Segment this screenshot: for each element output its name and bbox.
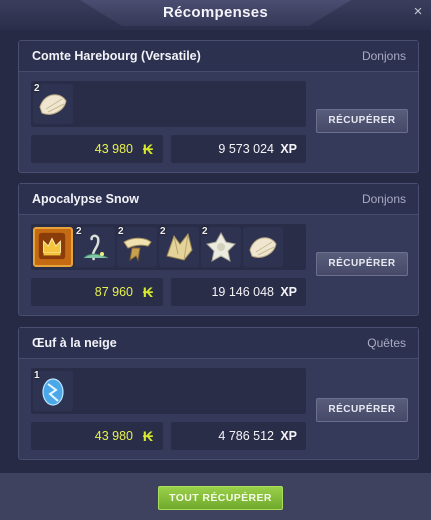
kamas-icon: ₭: [142, 141, 153, 157]
horn-icon: [123, 237, 152, 262]
reward-item[interactable]: 2: [117, 226, 157, 267]
xp-reward: 19 146 048 XP: [171, 278, 306, 306]
reward-items: 2: [31, 81, 306, 127]
xp-amount: 9 573 024: [218, 142, 274, 156]
reward-category: Donjons: [361, 49, 406, 63]
panel-header: Apocalypse Snow Donjons: [19, 184, 418, 215]
reward-items: 2 2 2 2: [31, 224, 306, 270]
item-quantity: 1: [34, 370, 40, 381]
crown-icon: [38, 232, 66, 260]
reward-item[interactable]: 2: [159, 226, 199, 267]
claim-button[interactable]: RÉCUPÉRER: [316, 252, 408, 276]
reward-items: 1: [31, 368, 306, 414]
claim-button[interactable]: RÉCUPÉRER: [316, 109, 408, 133]
reward-category: Quêtes: [367, 336, 406, 350]
kamas-icon: ₭: [142, 428, 153, 444]
claim-button[interactable]: RÉCUPÉRER: [316, 398, 408, 422]
plant-icon: [83, 234, 109, 261]
kamas-reward: 43 980 ₭: [31, 422, 163, 450]
xp-amount: 4 786 512: [218, 429, 274, 443]
item-quantity: 2: [34, 83, 40, 94]
kamas-reward: 43 980 ₭: [31, 135, 163, 163]
xp-label: XP: [280, 142, 297, 156]
shell-icon: [39, 94, 67, 115]
claim-all-button[interactable]: TOUT RÉCUPÉRER: [158, 486, 283, 510]
kamas-reward: 87 960 ₭: [31, 278, 163, 306]
close-icon[interactable]: ×: [409, 3, 427, 21]
xp-label: XP: [280, 429, 297, 443]
panel-header: Comte Harebourg (Versatile) Donjons: [19, 41, 418, 72]
reward-panel-oeuf-a-la-neige: Œuf à la neige Quêtes 1 43 980 ₭ 4 786 5…: [18, 327, 419, 460]
xp-label: XP: [280, 285, 297, 299]
kamas-icon: ₭: [142, 284, 153, 300]
reward-panel-apocalypse-snow: Apocalypse Snow Donjons 2 2 2 2 87 960 ₭…: [18, 183, 419, 316]
xp-reward: 4 786 512 XP: [171, 422, 306, 450]
reward-panel-comte-harebourg: Comte Harebourg (Versatile) Donjons 2 43…: [18, 40, 419, 173]
panel-header: Œuf à la neige Quêtes: [19, 328, 418, 359]
reward-item[interactable]: 2: [33, 83, 73, 124]
reward-item[interactable]: 2: [201, 226, 241, 267]
xp-reward: 9 573 024 XP: [171, 135, 306, 163]
rewards-window: Récompenses × Comte Harebourg (Versatile…: [0, 0, 431, 520]
window-title: Récompenses: [162, 4, 268, 21]
ice-crystal-icon: [206, 231, 236, 262]
reward-category: Donjons: [361, 192, 406, 206]
item-quantity: 2: [202, 226, 208, 237]
kamas-amount: 43 980: [94, 429, 133, 443]
reward-title: Apocalypse Snow: [32, 192, 139, 206]
crystal-shard-icon: [166, 232, 193, 261]
reward-item[interactable]: 2: [75, 226, 115, 267]
reward-item[interactable]: [33, 227, 73, 267]
reward-item[interactable]: [243, 227, 283, 267]
reward-title: Comte Harebourg (Versatile): [32, 49, 201, 63]
xp-amount: 19 146 048: [211, 285, 274, 299]
kamas-amount: 87 960: [94, 285, 133, 299]
shell-icon: [249, 237, 277, 258]
kamas-amount: 43 980: [94, 142, 133, 156]
frost-egg-icon: [42, 378, 64, 406]
reward-item[interactable]: 1: [33, 370, 73, 411]
item-quantity: 2: [76, 226, 82, 237]
item-quantity: 2: [160, 226, 166, 237]
item-quantity: 2: [118, 226, 124, 237]
title-bar: Récompenses ×: [0, 0, 431, 30]
reward-title: Œuf à la neige: [32, 336, 117, 350]
